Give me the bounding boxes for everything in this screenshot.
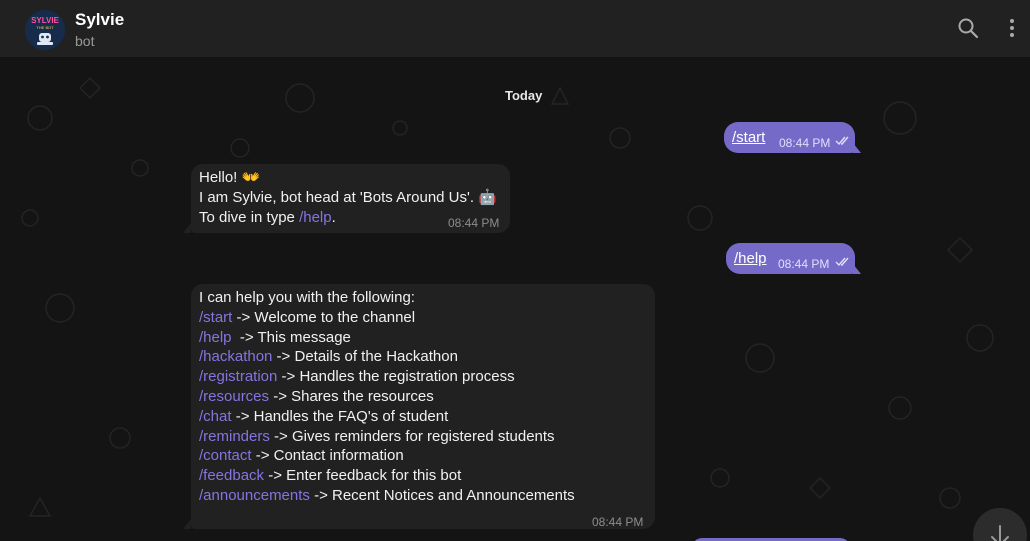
incoming-message[interactable]: I can help you with the following: /star… [191, 284, 655, 529]
command-link[interactable]: /resources [199, 388, 269, 405]
avatar-text-bottom: THE BOT [36, 25, 54, 30]
command-description: -> Recent Notices and Announcements [309, 486, 575, 504]
chat-title[interactable]: Sylvie [75, 10, 124, 30]
command-description: -> Contact information [251, 447, 404, 465]
command-row: /resources -> Shares the resources [199, 387, 647, 407]
command-row: /announcements -> Recent Notices and Ann… [199, 486, 647, 506]
incoming-message[interactable]: Hello! 👐 I am Sylvie, bot head at 'Bots … [191, 164, 510, 233]
command-description: -> Details of the Hackathon [272, 348, 458, 366]
scroll-down-button[interactable] [973, 508, 1027, 541]
bubble-tail [183, 223, 191, 233]
message-text: Hello! 👐 [199, 169, 261, 186]
message-time: 08:44 PM [592, 515, 644, 529]
command-link[interactable]: /help [734, 249, 767, 269]
date-separator: Today [505, 88, 543, 103]
command-row: /start -> Welcome to the channel [199, 308, 647, 328]
search-icon[interactable] [957, 17, 979, 44]
outgoing-message[interactable]: /help 08:44 PM [726, 243, 855, 274]
command-link[interactable]: /registration [199, 368, 277, 385]
command-row: /chat -> Handles the FAQ's of student [199, 407, 647, 427]
command-description: -> Handles the FAQ's of student [231, 407, 449, 425]
chat-header: SYLVIE THE BOT Sylvie bot [0, 0, 1030, 58]
chat-area[interactable]: Today /start 08:44 PM Hello! 👐 I am Sylv… [0, 58, 1030, 541]
command-description: -> Welcome to the channel [232, 308, 416, 326]
bubble-tail [853, 264, 861, 274]
sylvie-logo: SYLVIE THE BOT [25, 10, 65, 50]
command-link[interactable]: /help [199, 329, 232, 346]
more-vertical-icon[interactable] [1002, 17, 1022, 44]
outgoing-message[interactable]: /start 08:44 PM [724, 122, 855, 153]
message-time: 08:44 PM [448, 216, 500, 230]
message-time: 08:44 PM [779, 136, 831, 150]
command-link[interactable]: /start [732, 128, 765, 148]
avatar[interactable]: SYLVIE THE BOT [25, 10, 65, 50]
command-description: -> Gives reminders for registered studen… [269, 427, 555, 445]
command-description: -> Enter feedback for this bot [264, 467, 462, 485]
message-text: I am Sylvie, bot head at 'Bots Around Us… [199, 188, 497, 206]
arrow-down-icon [991, 525, 1009, 541]
command-description: -> This message [231, 328, 351, 346]
avatar-text-top: SYLVIE [31, 16, 60, 25]
command-link[interactable]: /hackathon [199, 348, 272, 365]
command-row: /contact -> Contact information [199, 446, 647, 466]
command-link[interactable]: /start [199, 309, 232, 326]
command-link[interactable]: /feedback [199, 467, 264, 484]
message-text-suffix: . [331, 208, 336, 226]
bubble-tail [183, 519, 191, 529]
message-text: I can help you with the following: [199, 289, 415, 306]
command-list: /start -> Welcome to the channel/help ->… [199, 308, 647, 506]
command-row: /feedback -> Enter feedback for this bot [199, 466, 647, 486]
double-check-icon [835, 257, 849, 267]
message-text-prefix: To dive in type [199, 208, 300, 226]
command-link[interactable]: /chat [199, 408, 232, 425]
command-link[interactable]: /announcements [199, 487, 310, 504]
double-check-icon [835, 136, 849, 146]
command-description: -> Handles the registration process [277, 368, 515, 386]
message-time: 08:44 PM [778, 257, 830, 271]
command-row: /registration -> Handles the registratio… [199, 367, 647, 387]
chat-subtitle: bot [75, 33, 95, 49]
command-link[interactable]: /reminders [199, 428, 270, 445]
command-link[interactable]: /help [299, 209, 332, 226]
command-row: /hackathon -> Details of the Hackathon [199, 347, 647, 367]
command-row: /reminders -> Gives reminders for regist… [199, 427, 647, 447]
command-description: -> Shares the resources [269, 387, 434, 405]
command-row: /help -> This message [199, 328, 647, 348]
command-link[interactable]: /contact [199, 447, 252, 464]
bubble-tail [853, 143, 861, 153]
